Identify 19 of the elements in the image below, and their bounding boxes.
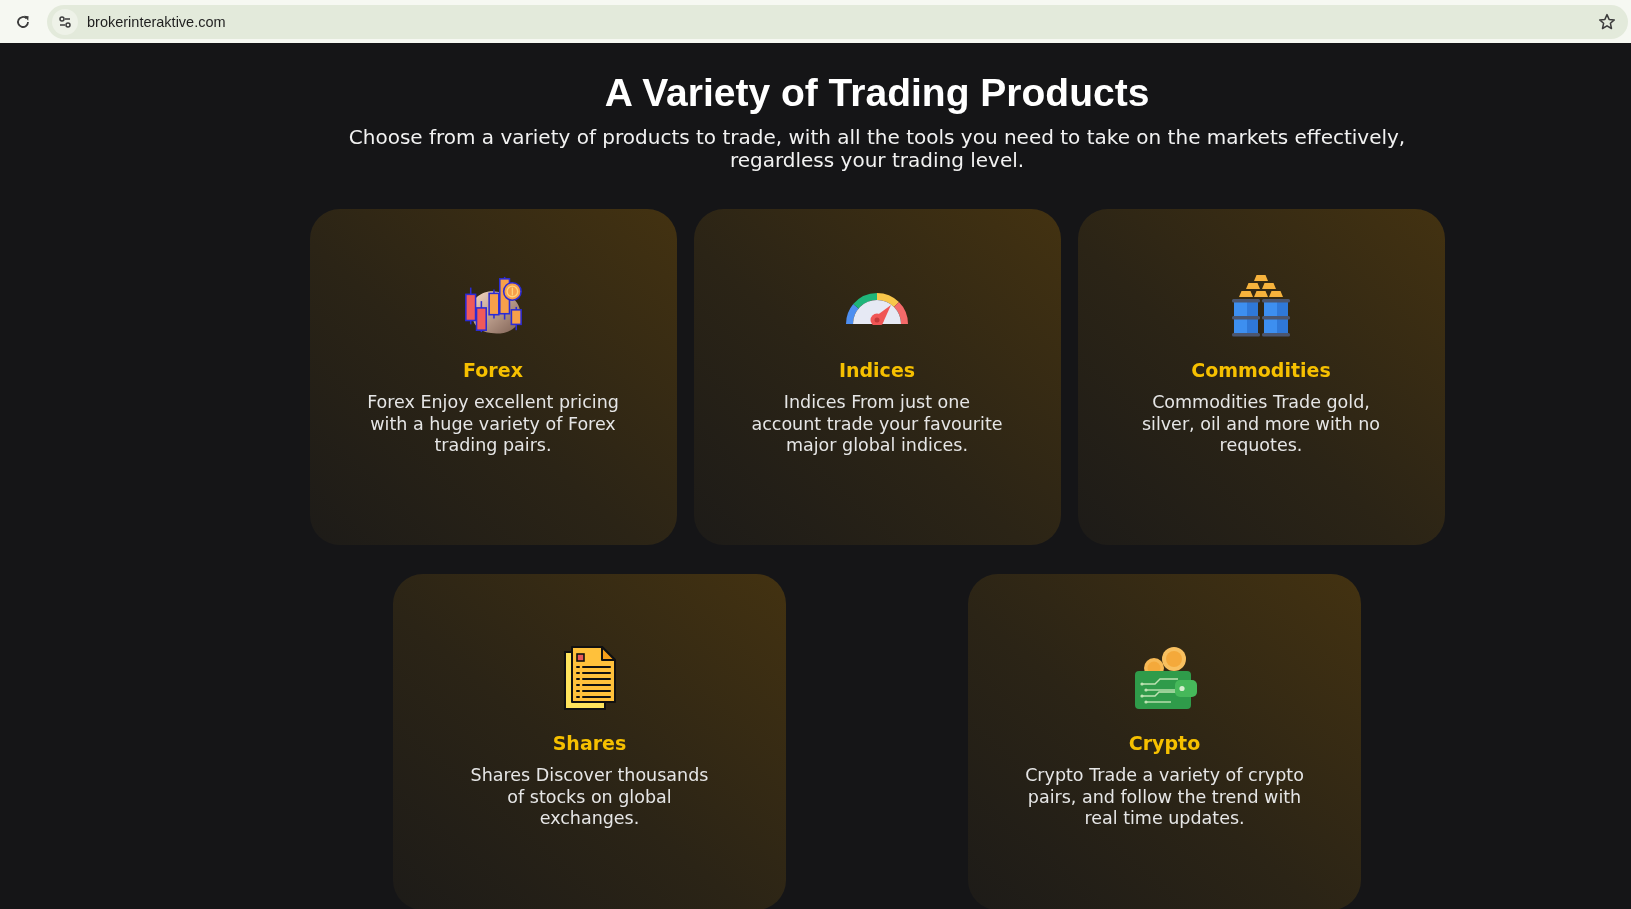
address-bar[interactable]: brokerinteraktive.com xyxy=(47,4,1628,39)
bullion-on-barrels-icon xyxy=(1231,273,1291,337)
reload-icon xyxy=(15,13,31,30)
section-subtitle: Choose from a variety of products to trade, with all the tools you need to take on the markets effectively, regardless your trading level. xyxy=(347,126,1407,172)
document-icon xyxy=(563,646,616,710)
card-description: Shares Discover thousands of stocks on global exchanges. xyxy=(470,765,709,830)
card-title: Commodities xyxy=(1191,358,1331,383)
card-title: Forex xyxy=(463,358,523,383)
card-description: Indices From just one account trade your favourite major global indices. xyxy=(751,392,1003,457)
card-description: Crypto Trade a variety of crypto pairs, and follow the trend with real time updates. xyxy=(1025,765,1304,830)
card-description: Commodities Trade gold, silver, oil and more with no requotes. xyxy=(1141,392,1381,457)
wallet-with-coins-icon xyxy=(1132,646,1197,710)
card-title: Shares xyxy=(552,731,627,756)
sliders-icon[interactable] xyxy=(52,8,78,35)
star-icon[interactable] xyxy=(1598,12,1616,31)
section-title: A Variety of Trading Products xyxy=(604,71,1150,115)
card-title: Indices xyxy=(838,358,916,383)
card-title: Crypto xyxy=(1128,731,1201,756)
card-description: Forex Enjoy excellent pricing with a huge variety of Forex trading pairs. xyxy=(367,392,619,457)
